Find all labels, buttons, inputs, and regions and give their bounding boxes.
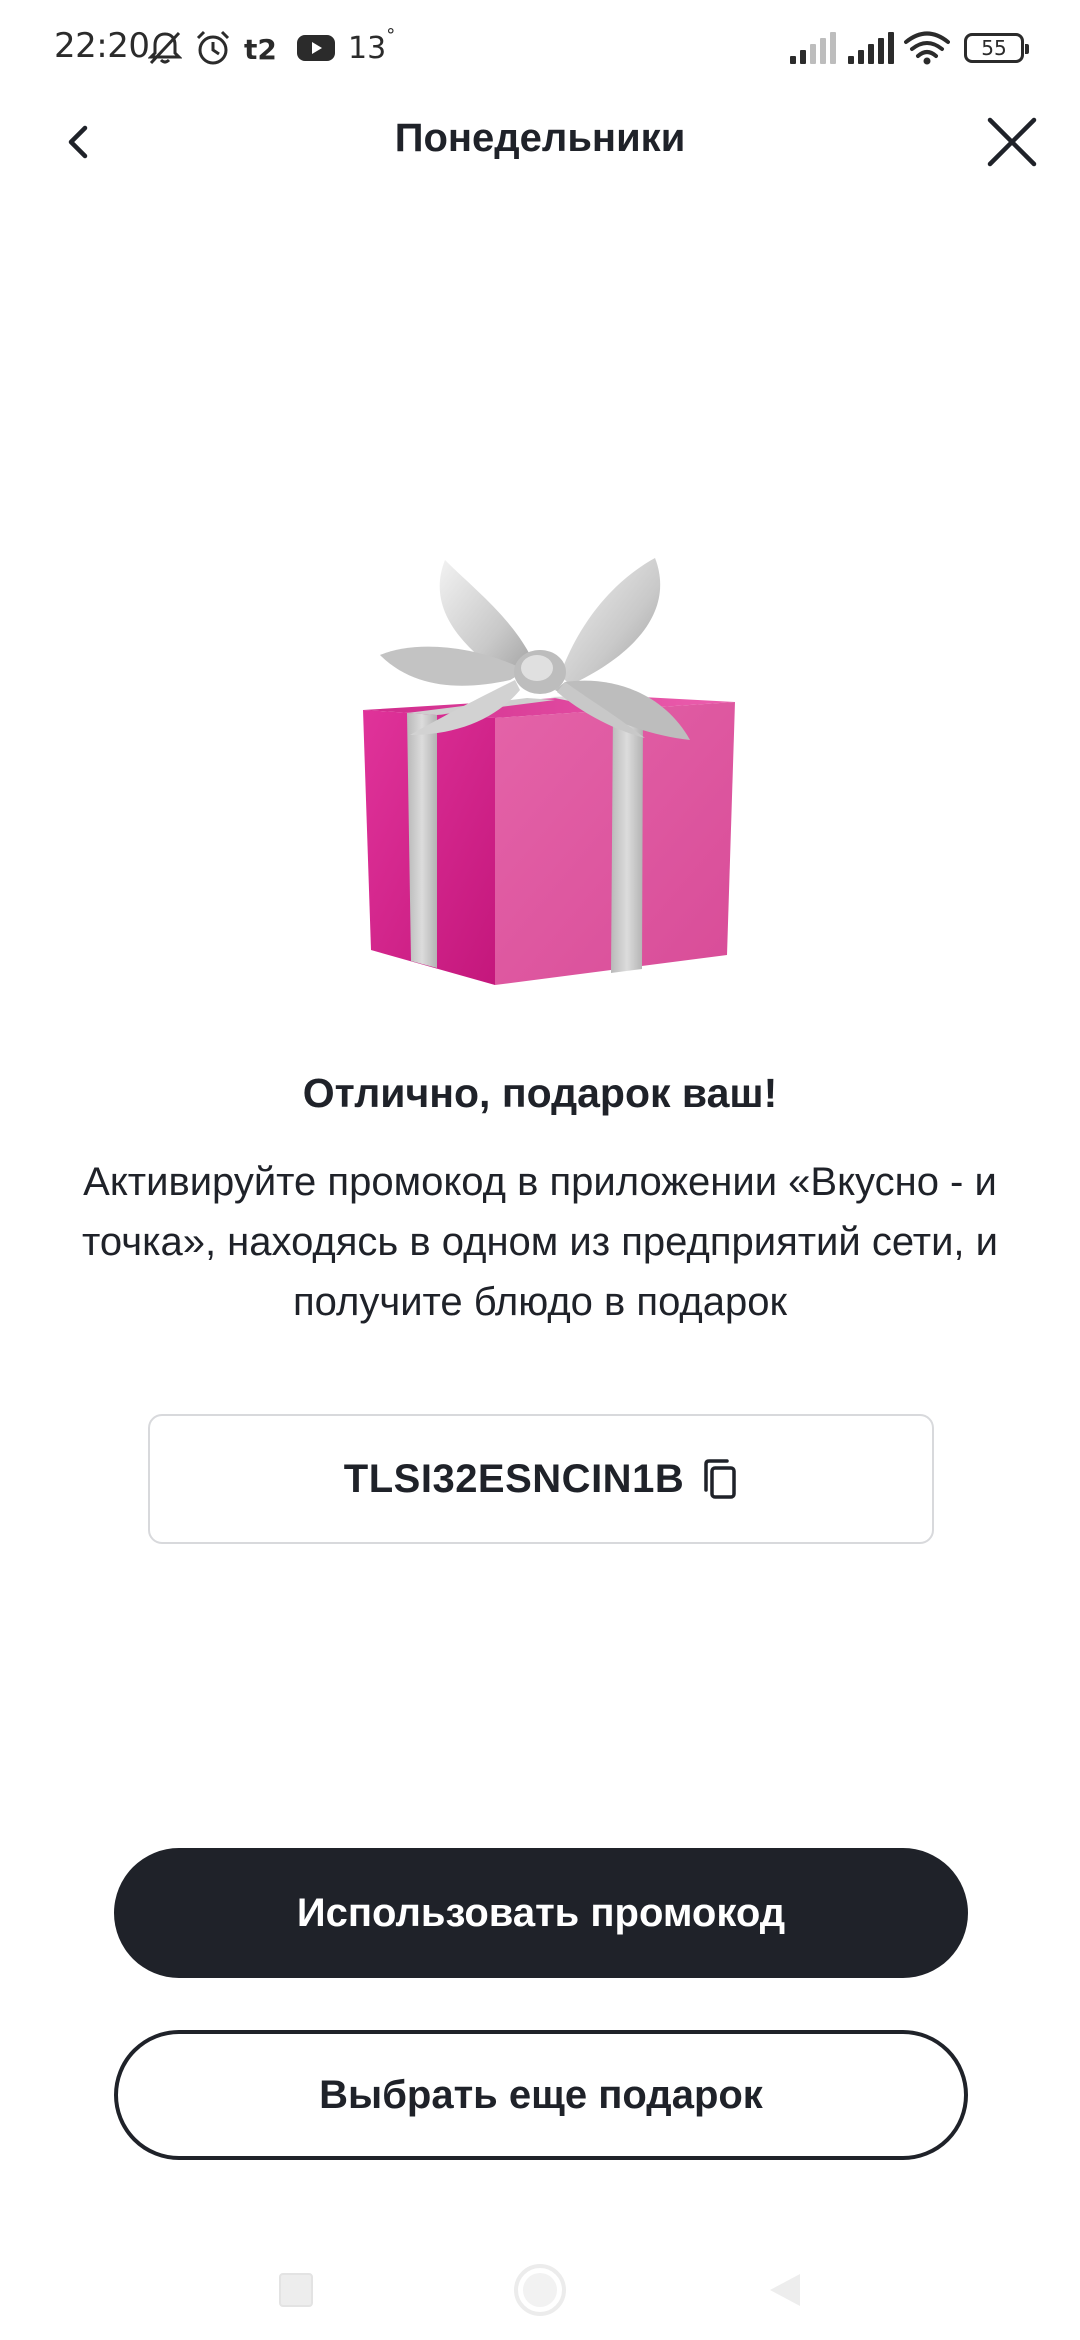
status-time: 22:20 <box>54 26 150 66</box>
system-navigation-bar <box>0 2240 1080 2340</box>
status-icons-left: t2 13 ° <box>148 24 396 72</box>
promo-code-field[interactable]: TLSI32ESNCIN1B <box>148 1414 934 1544</box>
battery-icon: 55 <box>964 33 1029 63</box>
back-triangle-icon <box>770 2274 800 2306</box>
svg-text:t2: t2 <box>244 33 277 65</box>
signal-icon <box>846 32 894 64</box>
alarm-icon <box>194 29 232 67</box>
home-circle-icon <box>514 2264 566 2316</box>
close-button[interactable] <box>980 110 1044 174</box>
youtube-icon <box>296 33 336 63</box>
back-nav-button[interactable] <box>752 2258 816 2322</box>
status-bar: 22:20 t2 13 ° 55 <box>0 0 1080 96</box>
signal-icon <box>788 32 836 64</box>
success-title: Отлично, подарок ваш! <box>302 1070 778 1116</box>
close-icon <box>987 117 1037 167</box>
back-button[interactable] <box>50 114 106 170</box>
page-title: Понедельники <box>394 116 686 160</box>
recents-button[interactable] <box>264 2258 328 2322</box>
copy-icon[interactable] <box>700 1457 738 1501</box>
gift-box-illustration <box>345 550 745 990</box>
recents-square-icon <box>279 2273 313 2307</box>
wifi-icon <box>904 31 950 65</box>
bell-off-icon <box>148 30 182 66</box>
promo-code-value[interactable]: TLSI32ESNCIN1B <box>344 1457 684 1502</box>
choose-another-gift-button[interactable]: Выбрать еще подарок <box>114 2030 968 2160</box>
chevron-left-icon <box>68 125 88 159</box>
status-temperature: 13 ° <box>348 24 396 66</box>
t2-carrier-icon: t2 <box>244 31 284 65</box>
success-description: Активируйте промокод в приложении «Вкусн… <box>82 1160 998 1324</box>
use-promo-code-button[interactable]: Использовать промокод <box>114 1848 968 1978</box>
top-app-bar: Понедельники <box>0 96 1080 186</box>
home-button[interactable] <box>508 2258 572 2322</box>
status-icons-right: 55 <box>778 26 1029 70</box>
